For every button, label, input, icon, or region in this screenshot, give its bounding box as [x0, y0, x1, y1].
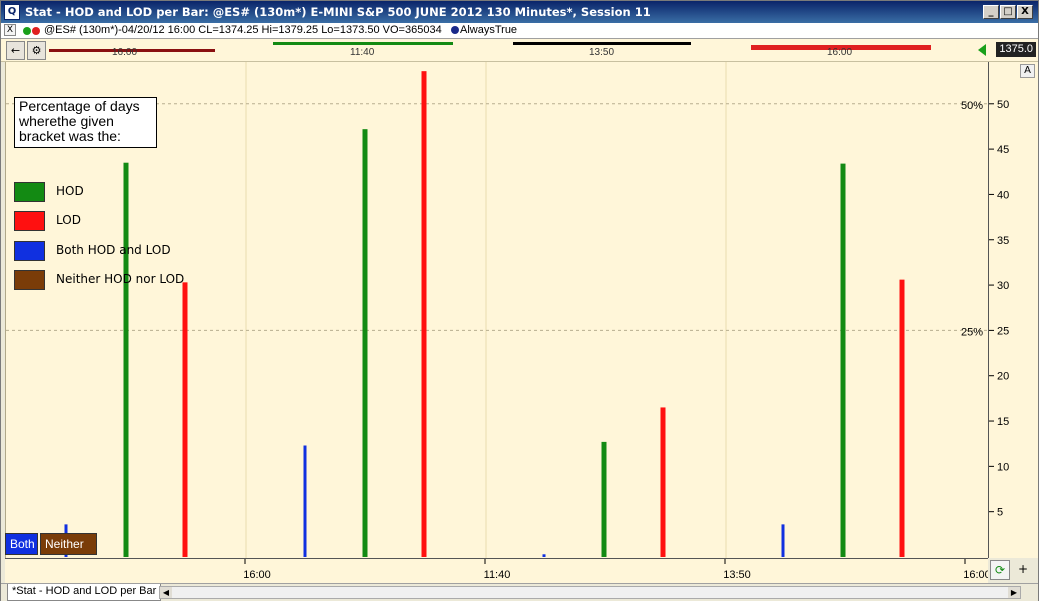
axis-auto-button[interactable]: A: [1020, 64, 1035, 78]
y-tick-label: 25: [997, 325, 1009, 337]
y-axis[interactable]: 5 10 15 20 25 30 35 40 45 50: [988, 62, 1038, 558]
legend-swatch: [14, 270, 45, 290]
lod-bar: [660, 407, 666, 557]
reference-label: 25%: [961, 326, 983, 338]
x-tick-label: 16:00: [243, 569, 271, 581]
green-dot-icon: [23, 27, 31, 35]
hod-bar: [840, 163, 846, 557]
y-tick-label: 15: [997, 416, 1009, 428]
neither-button[interactable]: Neither: [40, 533, 97, 555]
x-tick-label: 13:50: [723, 569, 751, 581]
legend-label: Neither HOD nor LOD: [56, 272, 185, 286]
legend-note: Percentage of days wherethe given bracke…: [14, 97, 157, 148]
y-tick-label: 30: [997, 280, 1009, 292]
y-tick-label: 45: [997, 144, 1009, 156]
status-dots: [23, 26, 41, 38]
top-time-tick: 13:50: [589, 47, 615, 58]
add-icon[interactable]: +: [1013, 560, 1033, 580]
legend-label: Both HOD and LOD: [56, 243, 171, 257]
legend-label: HOD: [56, 184, 84, 198]
scroll-left-icon[interactable]: ◀: [160, 587, 172, 598]
x-tick-label: 16:00: [963, 569, 988, 581]
both-button[interactable]: Both: [5, 533, 38, 555]
top-time-tick: 16:00: [112, 47, 138, 58]
reference-label: 50%: [961, 100, 983, 112]
top-time-tick: 11:40: [350, 47, 375, 58]
app-window: Q Stat - HOD and LOD per Bar: @ES# (130m…: [0, 0, 1039, 601]
last-price-arrow-icon: [978, 44, 986, 56]
bracket-marker-2: [273, 42, 453, 45]
y-tick-label: 20: [997, 371, 1009, 383]
title-bar[interactable]: Q Stat - HOD and LOD per Bar: @ES# (130m…: [1, 1, 1038, 23]
red-dot-icon: [32, 27, 40, 35]
y-tick-label: 35: [997, 235, 1009, 247]
x-axis-scale: 16:00 11:40 13:50 16:00: [243, 559, 991, 581]
legend-swatch: [14, 182, 45, 202]
lod-bar: [182, 282, 188, 557]
scroll-right-icon[interactable]: ▶: [1008, 587, 1020, 598]
x-axis[interactable]: 16:00 11:40 13:50 16:00: [5, 558, 991, 583]
close-button[interactable]: X: [1017, 5, 1033, 19]
close-icon[interactable]: X: [4, 24, 16, 36]
hod-bar: [362, 129, 368, 557]
both-bar: [542, 554, 546, 557]
top-toolbar-row: ← ⚙ 16:00 11:40 13:50 16:00 1375.0: [1, 39, 1038, 62]
hod-bar: [601, 441, 607, 557]
app-logo-icon: Q: [4, 4, 20, 20]
legend-label: LOD: [56, 213, 81, 227]
indicator-label[interactable]: AlwaysTrue: [451, 24, 517, 36]
y-tick-label: 5: [997, 507, 1003, 519]
settings-gear-icon[interactable]: ⚙: [27, 41, 46, 60]
y-tick-label: 50: [997, 99, 1009, 111]
symbol-status-strip: X @ES# (130m*)-04/20/12 16:00 CL=1374.25…: [1, 23, 1038, 39]
horizontal-scrollbar[interactable]: ◀ ▶: [159, 586, 1021, 599]
cursor-tool-icon[interactable]: ←: [6, 41, 25, 60]
minimize-button[interactable]: _: [983, 5, 999, 19]
x-tick-label: 11:40: [484, 569, 511, 581]
y-tick-label: 40: [997, 189, 1009, 201]
refresh-icon[interactable]: ⟳: [990, 560, 1010, 580]
maximize-button[interactable]: □: [1000, 5, 1016, 19]
both-bar: [781, 524, 785, 557]
lod-bar: [899, 279, 905, 557]
bracket-marker-3: [513, 42, 691, 45]
tab-stat-hod-lod[interactable]: *Stat - HOD and LOD per Bar: [7, 584, 162, 601]
legend-swatch: [14, 241, 45, 261]
tab-bar: *Stat - HOD and LOD per Bar ◀ ▶: [1, 583, 1038, 601]
bar-info-text: @ES# (130m*)-04/20/12 16:00 CL=1374.25 H…: [44, 24, 442, 36]
window-title: Stat - HOD and LOD per Bar: @ES# (130m*)…: [25, 5, 651, 19]
last-price-tag: 1375.0: [996, 42, 1036, 57]
y-axis-scale: 5 10 15 20 25 30 35 40 45 50: [989, 99, 1009, 519]
indicator-name: AlwaysTrue: [460, 24, 518, 36]
y-tick-label: 10: [997, 461, 1009, 473]
lod-bar: [421, 71, 427, 557]
hod-bar: [123, 162, 129, 557]
both-bar: [303, 445, 307, 557]
axis-corner: ⟳ +: [988, 558, 1038, 583]
top-time-tick: 16:00: [827, 47, 853, 58]
indicator-dot-icon: [451, 26, 459, 34]
legend-swatch: [14, 211, 45, 231]
